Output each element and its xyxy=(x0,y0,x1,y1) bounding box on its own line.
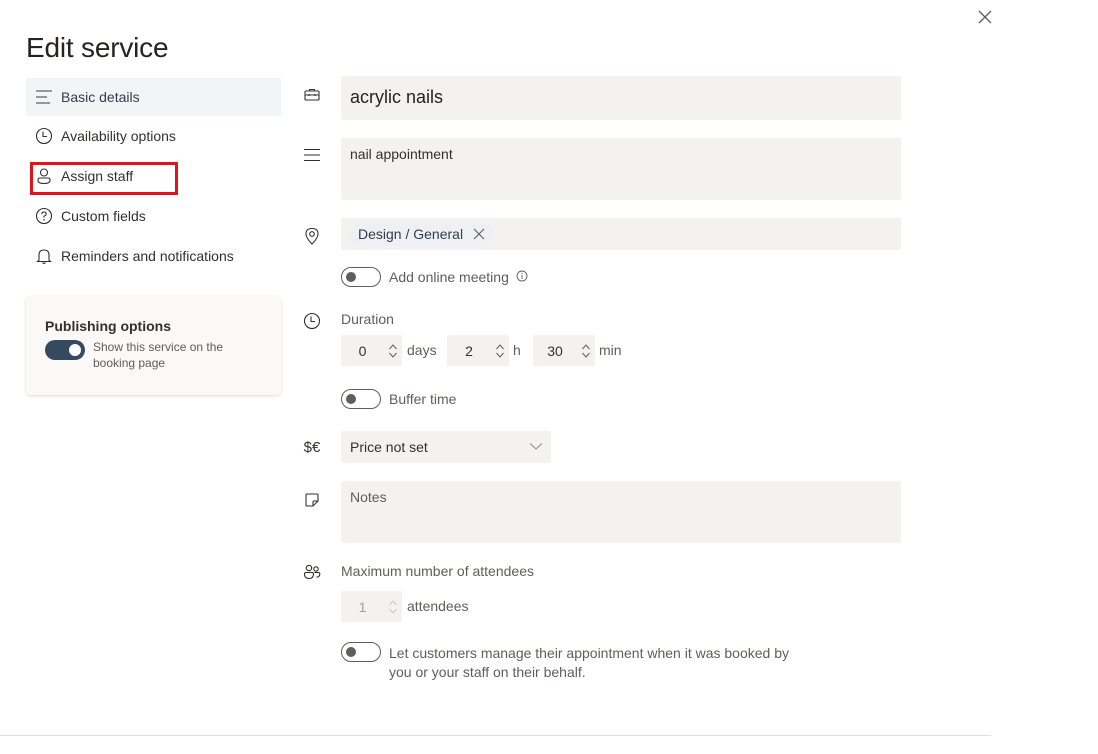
duration-hours-value[interactable]: 2 xyxy=(447,343,491,359)
briefcase-icon xyxy=(302,85,322,105)
customer-manage-label-line2: you or your staff on their behalf. xyxy=(389,664,586,680)
customer-manage-toggle[interactable] xyxy=(341,642,381,662)
publishing-options-title: Publishing options xyxy=(45,318,171,334)
chevron-down-icon[interactable] xyxy=(495,351,505,359)
duration-clock-icon xyxy=(302,311,322,331)
buffer-time-label: Buffer time xyxy=(389,391,457,407)
duration-days-unit: days xyxy=(407,342,437,358)
bell-icon xyxy=(34,246,54,266)
duration-hours-unit: h xyxy=(513,342,521,358)
chevron-down-icon xyxy=(529,443,543,450)
online-meeting-toggle[interactable] xyxy=(341,267,381,287)
chevron-up-icon[interactable] xyxy=(581,343,591,351)
customer-manage-label-line1: Let customers manage their appointment w… xyxy=(389,645,790,661)
spinner-arrows[interactable] xyxy=(577,343,595,359)
service-name-input[interactable]: acrylic nails xyxy=(341,76,901,120)
duration-minutes-value[interactable]: 30 xyxy=(533,343,577,359)
person-icon xyxy=(34,166,54,186)
nav-item-label: Custom fields xyxy=(61,208,146,224)
location-chip: Design / General xyxy=(349,222,495,246)
spinner-arrows[interactable] xyxy=(491,343,509,359)
online-meeting-row: Add online meeting xyxy=(389,269,528,285)
show-on-booking-page-label: Show this service on the booking page xyxy=(93,340,224,370)
location-input[interactable]: Design / General xyxy=(341,218,901,250)
nav-item-reminders[interactable]: Reminders and notifications xyxy=(26,236,281,276)
section-nav: Basic details Availability options Assig… xyxy=(26,78,281,276)
text-align-left-icon xyxy=(34,87,54,107)
chevron-up-icon[interactable] xyxy=(495,343,505,351)
notes-input[interactable]: Notes xyxy=(341,481,901,543)
chevron-up-icon[interactable] xyxy=(388,599,398,607)
info-icon[interactable] xyxy=(516,270,528,282)
publishing-options-card: Publishing options Show this service on … xyxy=(26,296,281,395)
note-icon xyxy=(302,490,322,510)
nav-item-label: Availability options xyxy=(61,128,176,144)
nav-item-label: Assign staff xyxy=(61,168,134,184)
chevron-up-icon[interactable] xyxy=(388,343,398,351)
description-lines-icon xyxy=(302,145,322,165)
spinner-arrows[interactable] xyxy=(384,343,402,359)
close-button[interactable] xyxy=(976,8,994,26)
nav-item-availability-options[interactable]: Availability options xyxy=(26,116,281,156)
duration-minutes-spinner[interactable]: 30 xyxy=(533,335,595,366)
remove-chip-icon[interactable] xyxy=(473,228,485,240)
chevron-down-icon[interactable] xyxy=(581,351,591,359)
chevron-down-icon[interactable] xyxy=(388,351,398,359)
max-attendees-spinner[interactable]: 1 xyxy=(341,591,402,622)
max-attendees-value[interactable]: 1 xyxy=(341,599,384,615)
page-title: Edit service xyxy=(26,32,169,63)
duration-minutes-unit: min xyxy=(599,342,622,358)
price-select-value: Price not set xyxy=(350,439,428,455)
price-select[interactable]: Price not set xyxy=(341,431,551,463)
max-attendees-label: Maximum number of attendees xyxy=(341,563,534,579)
duration-label: Duration xyxy=(341,311,394,327)
nav-item-label: Reminders and notifications xyxy=(61,248,234,264)
people-icon xyxy=(302,562,322,582)
buffer-time-toggle[interactable] xyxy=(341,389,381,409)
customer-manage-label: Let customers manage their appointment w… xyxy=(389,644,789,682)
chevron-down-icon[interactable] xyxy=(388,607,398,615)
footer-divider xyxy=(0,735,991,736)
duration-days-spinner[interactable]: 0 xyxy=(341,335,402,366)
online-meeting-label: Add online meeting xyxy=(389,269,509,285)
show-on-booking-page-toggle[interactable] xyxy=(45,340,85,360)
duration-hours-spinner[interactable]: 2 xyxy=(447,335,509,366)
nav-item-assign-staff[interactable]: Assign staff xyxy=(26,156,281,196)
nav-item-custom-fields[interactable]: Custom fields xyxy=(26,196,281,236)
clock-icon xyxy=(34,126,54,146)
question-circle-icon xyxy=(34,206,54,226)
location-pin-icon xyxy=(302,226,322,246)
location-chip-label: Design / General xyxy=(358,226,464,242)
nav-item-label: Basic details xyxy=(61,89,140,105)
close-icon xyxy=(978,10,992,24)
description-input[interactable]: nail appointment xyxy=(341,138,901,200)
max-attendees-unit: attendees xyxy=(407,598,469,614)
currency-icon: $€ xyxy=(303,438,321,456)
nav-item-basic-details[interactable]: Basic details xyxy=(26,78,281,116)
spinner-arrows[interactable] xyxy=(384,599,402,615)
duration-days-value[interactable]: 0 xyxy=(341,343,384,359)
